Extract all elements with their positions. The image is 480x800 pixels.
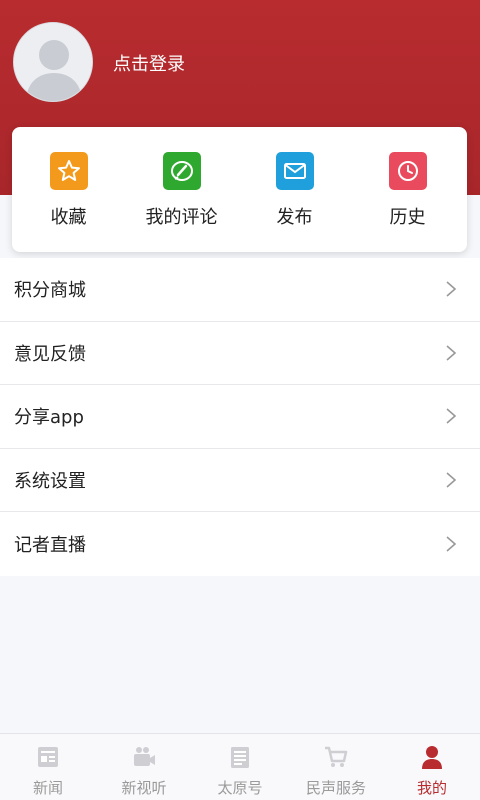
menu-item-share-app[interactable]: 分享app — [0, 385, 480, 449]
quick-action-publish[interactable]: 发布 — [238, 127, 351, 252]
menu-item-label: 记者直播 — [14, 534, 86, 556]
newspaper-icon — [226, 743, 254, 771]
tab-label: 新闻 — [32, 779, 63, 797]
menu-item-reporter-live[interactable]: 记者直播 — [0, 512, 480, 576]
chevron-right-icon — [446, 536, 457, 552]
quick-action-comments[interactable]: 我的评论 — [125, 127, 238, 252]
tab-label: 我的 — [416, 779, 447, 797]
comment-icon — [162, 152, 201, 190]
chevron-right-icon — [446, 345, 457, 361]
bottom-tab-bar: 新闻 新视听 太原号 民声服务 我的 — [0, 733, 480, 800]
person-icon — [418, 743, 446, 771]
menu-item-feedback[interactable]: 意见反馈 — [0, 322, 480, 385]
tab-taiyuan-hao[interactable]: 太原号 — [192, 734, 288, 800]
menu-item-system-settings[interactable]: 系统设置 — [0, 449, 480, 512]
quick-action-label: 历史 — [389, 207, 426, 228]
quick-action-favorites[interactable]: 收藏 — [12, 127, 125, 252]
menu-item-label: 系统设置 — [14, 470, 86, 492]
tab-public-service[interactable]: 民声服务 — [288, 734, 384, 800]
quick-action-history[interactable]: 历史 — [351, 127, 464, 252]
menu-item-label: 分享app — [14, 407, 84, 429]
avatar[interactable] — [13, 22, 93, 102]
tab-video[interactable]: 新视听 — [96, 734, 192, 800]
menu-item-label: 积分商城 — [14, 280, 86, 302]
chevron-right-icon — [446, 472, 457, 488]
quick-action-label: 发布 — [276, 207, 313, 228]
default-avatar-icon — [14, 23, 92, 101]
chevron-right-icon — [446, 281, 457, 297]
menu-item-points-mall[interactable]: 积分商城 — [0, 258, 480, 322]
mail-icon — [275, 152, 314, 190]
quick-action-label: 我的评论 — [145, 207, 218, 228]
tab-label: 太原号 — [217, 779, 263, 797]
tab-label: 新视听 — [121, 779, 167, 797]
settings-menu: 积分商城 意见反馈 分享app 系统设置 记者直播 — [0, 258, 480, 576]
tab-news[interactable]: 新闻 — [0, 734, 96, 800]
news-icon — [34, 743, 62, 771]
quick-actions-card: 收藏 我的评论 发布 历史 — [12, 127, 467, 252]
tab-label: 民声服务 — [305, 779, 366, 797]
cart-icon — [322, 743, 350, 771]
menu-item-label: 意见反馈 — [14, 343, 86, 365]
chevron-right-icon — [446, 408, 457, 424]
video-icon — [130, 743, 158, 771]
clock-icon — [388, 152, 427, 190]
tab-mine[interactable]: 我的 — [384, 734, 480, 800]
quick-action-label: 收藏 — [50, 207, 87, 228]
star-icon — [49, 152, 88, 190]
login-link[interactable]: 点击登录 — [113, 50, 185, 76]
